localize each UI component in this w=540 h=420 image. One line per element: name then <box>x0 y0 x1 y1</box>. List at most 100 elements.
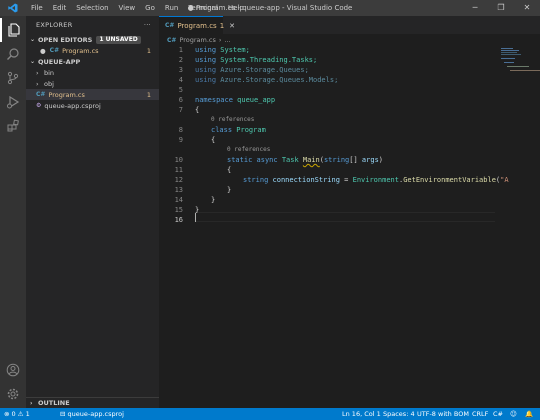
line-number: 10 <box>174 156 183 164</box>
code-line: { <box>211 136 216 144</box>
minimap[interactable] <box>495 46 540 398</box>
tree-item-obj[interactable]: › obj <box>26 78 159 89</box>
project-file-icon: ⚙ <box>36 102 42 109</box>
breadcrumb-more[interactable]: ... <box>225 36 231 44</box>
keyword-token: async <box>256 156 278 164</box>
minimap-line <box>510 70 540 71</box>
csharp-file-icon: C# <box>49 47 60 54</box>
settings-gear-icon[interactable] <box>0 382 26 406</box>
namespace-token: Azure.Storage.Queues.Models; <box>216 76 339 84</box>
menu-view[interactable]: View <box>114 0 141 16</box>
language-mode[interactable]: C# <box>493 408 503 420</box>
tab-problem-count: 1 <box>219 21 225 30</box>
variable-token: connectionString <box>272 176 340 184</box>
namespace-token: System.Threading.Tasks; <box>216 56 318 64</box>
line-number: 7 <box>178 106 183 114</box>
unsaved-badge: 1 UNSAVED <box>96 35 141 44</box>
keyword-token: namespace <box>195 96 233 104</box>
indentation-setting[interactable]: Spaces: 4 <box>383 408 415 420</box>
open-editor-item[interactable]: ● C# Program.cs 1 <box>26 45 159 56</box>
code-line: { <box>195 106 200 114</box>
breadcrumb-file[interactable]: Program.cs <box>179 36 215 44</box>
code-line: using System; <box>195 46 250 54</box>
minimap-line <box>507 66 529 67</box>
more-actions-button[interactable]: ··· <box>144 21 151 29</box>
problem-count: 1 <box>146 46 151 55</box>
line-number: 15 <box>174 206 183 214</box>
code-lens-references[interactable]: 0 references <box>211 116 254 123</box>
vscode-logo-icon <box>0 3 26 13</box>
namespace-token: Azure.Storage.Queues; <box>216 66 309 74</box>
tree-item-csproj[interactable]: ⚙ queue-app.csproj <box>26 100 159 111</box>
menu-go[interactable]: Go <box>140 0 160 16</box>
type-token: Environment <box>352 176 399 184</box>
menu-help[interactable]: Help <box>223 0 249 16</box>
chevron-right-icon: › <box>36 68 39 77</box>
minimap-line <box>501 58 515 59</box>
method-token: Main <box>302 156 320 164</box>
minimap-line <box>501 54 521 55</box>
run-debug-icon[interactable] <box>0 90 26 114</box>
cursor-position[interactable]: Ln 16, Col 1 <box>342 408 381 420</box>
tab-program-cs[interactable]: C# Program.cs 1 ✕ <box>159 16 235 34</box>
menu-run[interactable]: Run <box>160 0 183 16</box>
menu-terminal[interactable]: Terminal <box>183 0 223 16</box>
minimize-button[interactable]: ─ <box>462 0 488 16</box>
problems-indicator[interactable]: ⊗ 0 ⚠ 1 <box>4 408 30 420</box>
explorer-sidebar: EXPLORER ··· ⌄ OPEN EDITORS 1 UNSAVED ● … <box>26 16 159 408</box>
keyword-token: using <box>195 66 217 74</box>
notifications-bell-icon[interactable]: 🔔 <box>525 408 533 420</box>
minimap-line <box>501 50 519 51</box>
keyword-token: class <box>211 126 233 134</box>
code-line: namespace queue_app <box>195 96 275 104</box>
open-editors-section[interactable]: ⌄ OPEN EDITORS 1 UNSAVED <box>26 34 159 45</box>
close-tab-icon[interactable]: ✕ <box>229 22 235 30</box>
outline-section[interactable]: › OUTLINE <box>26 397 159 408</box>
keyword-token: string <box>323 156 350 164</box>
tree-item-label: obj <box>44 79 54 88</box>
tree-item-label: queue-app.csproj <box>44 101 101 110</box>
code-line: using Azure.Storage.Queues.Models; <box>195 76 338 84</box>
extensions-icon[interactable] <box>0 114 26 138</box>
source-control-icon[interactable] <box>0 66 26 90</box>
minimap-line <box>501 48 513 49</box>
keyword-token: using <box>195 76 217 84</box>
code-editor[interactable]: 1 2 3 4 5 6 7 8 9 10 11 12 13 14 15 16 u… <box>159 46 509 398</box>
feedback-icon[interactable]: ☺ <box>510 408 517 420</box>
code-line: using System.Threading.Tasks; <box>195 56 317 64</box>
close-window-button[interactable]: ✕ <box>514 0 540 16</box>
breadcrumb-separator: › <box>218 36 222 44</box>
menu-edit[interactable]: Edit <box>48 0 72 16</box>
unsaved-dot-icon[interactable]: ● <box>40 47 46 55</box>
tab-label: Program.cs <box>177 21 217 30</box>
open-editors-label: OPEN EDITORS <box>38 35 93 44</box>
line-number: 4 <box>178 76 183 84</box>
csharp-file-icon: C# <box>165 22 175 29</box>
code-line: } <box>211 196 216 204</box>
code-lens-references[interactable]: 0 references <box>227 146 270 153</box>
parameter-token: args <box>361 156 379 164</box>
maximize-button[interactable]: ❐ <box>488 0 514 16</box>
tree-item-label: bin <box>44 68 55 77</box>
line-number: 11 <box>174 166 183 174</box>
queue-app-folder-section[interactable]: ⌄ QUEUE-APP <box>26 56 159 67</box>
account-icon[interactable] <box>0 358 26 382</box>
problem-count: 1 <box>146 90 151 99</box>
tree-item-program-cs[interactable]: C# Program.cs 1 <box>26 89 159 100</box>
title-bar: File Edit Selection View Go Run Terminal… <box>0 0 540 16</box>
menu-selection[interactable]: Selection <box>71 0 113 16</box>
explorer-icon[interactable] <box>0 18 26 42</box>
open-editor-name: Program.cs <box>62 46 99 55</box>
punct-token: ) <box>378 156 383 164</box>
tree-item-bin[interactable]: › bin <box>26 67 159 78</box>
keyword-token: using <box>195 56 217 64</box>
line-number: 16 <box>174 216 183 224</box>
encoding-setting[interactable]: UTF-8 with BOM <box>417 408 469 420</box>
line-number: 1 <box>178 46 183 54</box>
menu-file[interactable]: File <box>26 0 48 16</box>
line-number: 6 <box>178 96 183 104</box>
project-indicator[interactable]: ⊟ queue-app.csproj <box>60 408 124 420</box>
eol-setting[interactable]: CRLF <box>472 408 488 420</box>
line-number: 9 <box>178 136 183 144</box>
search-icon[interactable] <box>0 42 26 66</box>
